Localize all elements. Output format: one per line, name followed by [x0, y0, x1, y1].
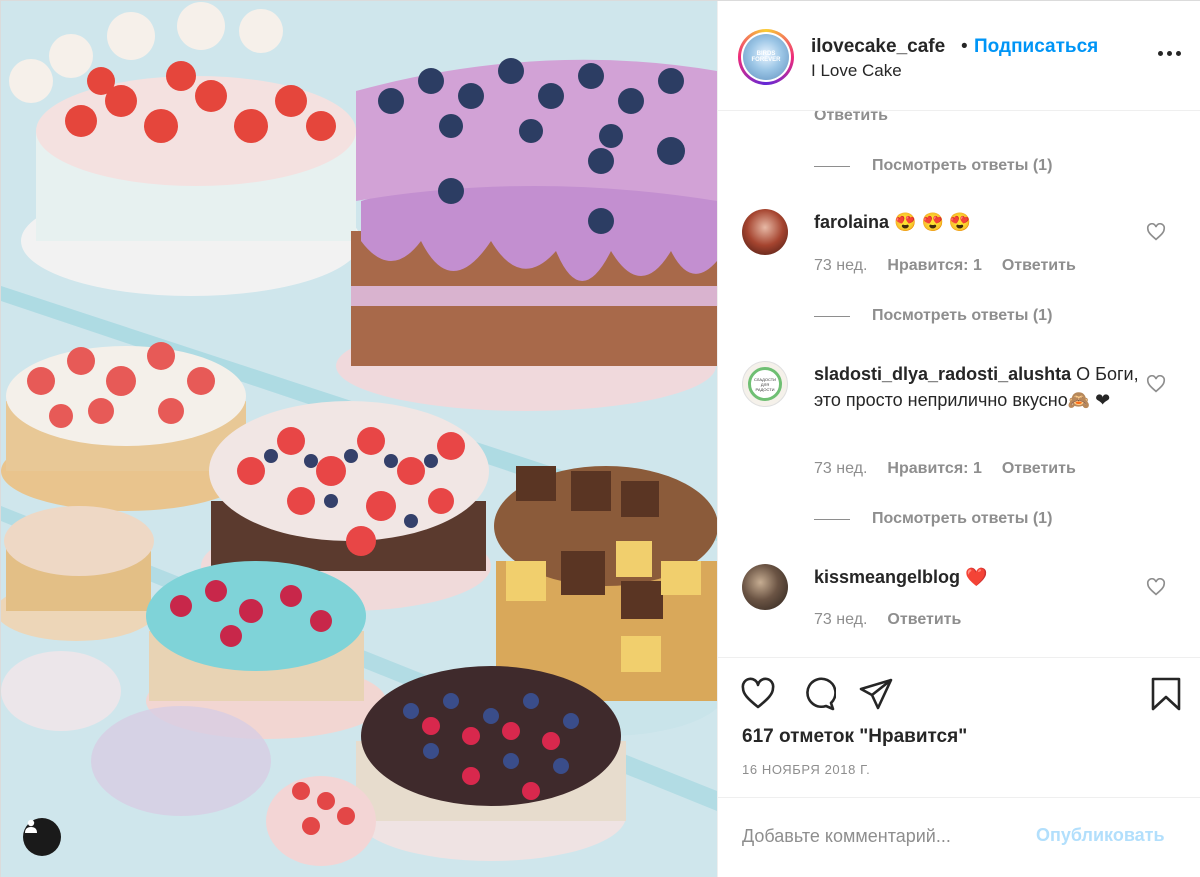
commenter-username[interactable]: kissmeangelblog [814, 567, 960, 587]
commenter-username[interactable]: farolaina [814, 212, 889, 232]
reply-link[interactable]: Ответить [887, 611, 961, 629]
comment: sladosti_dlya_radosti_alushta О Боги, эт… [814, 361, 1146, 413]
follow-button[interactable]: Подписаться [974, 36, 1098, 58]
view-replies[interactable]: Посмотреть ответы (1) [814, 510, 1052, 528]
comment-likes[interactable]: Нравится: 1 [887, 460, 981, 478]
user-tag-button[interactable] [23, 818, 61, 856]
comment-text: 😍 😍 😍 [894, 212, 972, 232]
author-avatar-image: BIRDS FOREVER [743, 34, 789, 80]
comment-time: 73 нед. [814, 460, 868, 477]
post-date: 16 НОЯБРЯ 2018 Г. [742, 762, 871, 777]
comment-time: 73 нед. [814, 257, 868, 274]
comment-bubble-icon[interactable] [800, 676, 836, 712]
post-header: BIRDS FOREVER ilovecake_cafe • Подписать… [718, 1, 1200, 111]
separator-dot: • [961, 36, 968, 57]
view-replies-label[interactable]: Посмотреть ответы (1) [872, 510, 1052, 528]
user-tag-icon [25, 819, 37, 833]
commenter-avatar[interactable] [742, 209, 788, 255]
like-comment-icon[interactable] [1146, 375, 1166, 393]
reply-link[interactable]: Ответить [814, 111, 888, 125]
commenter-avatar-logo: СЛАДОСТИ ДЛЯ РАДОСТИ [748, 367, 782, 401]
comment-meta: 73 нед. Нравится: 1 Ответить [814, 460, 1076, 478]
bookmark-icon[interactable] [1148, 676, 1184, 712]
commenter-avatar[interactable]: СЛАДОСТИ ДЛЯ РАДОСТИ [742, 361, 788, 407]
comment-likes[interactable]: Нравится: 1 [887, 257, 981, 275]
view-replies[interactable]: Посмотреть ответы (1) [814, 307, 1052, 325]
view-replies-label[interactable]: Посмотреть ответы (1) [872, 307, 1052, 325]
view-replies[interactable]: Посмотреть ответы (1) [814, 157, 1052, 175]
comment-input[interactable] [742, 822, 1022, 850]
add-comment-bar: Опубликовать [718, 797, 1200, 877]
like-comment-icon[interactable] [1146, 223, 1166, 241]
comment-meta: 73 нед. Нравится: 1 Ответить [814, 257, 1076, 275]
share-paper-plane-icon[interactable] [858, 676, 894, 712]
likes-count[interactable]: 617 отметок "Нравится" [742, 726, 967, 748]
reply-link[interactable]: Ответить [1002, 460, 1076, 478]
reply-link[interactable]: Ответить [1002, 257, 1076, 275]
comment: kissmeangelblog ❤️ [814, 564, 1146, 590]
divider-line [814, 165, 850, 167]
comments-list[interactable]: Ответить Посмотреть ответы (1) farolaina… [718, 111, 1200, 657]
cake-display-illustration [1, 1, 717, 877]
post-photo[interactable] [1, 1, 717, 877]
comment: farolaina 😍 😍 😍 [814, 209, 1146, 235]
commenter-username[interactable]: sladosti_dlya_radosti_alushta [814, 364, 1071, 384]
like-heart-icon[interactable] [740, 676, 776, 712]
divider-line [814, 315, 850, 317]
comment-time: 73 нед. [814, 611, 868, 628]
more-options-icon[interactable] [1154, 45, 1184, 61]
post-modal: BIRDS FOREVER ilovecake_cafe • Подписать… [0, 0, 1200, 877]
comment-meta: 73 нед. Ответить [814, 611, 961, 629]
commenter-avatar[interactable] [742, 564, 788, 610]
author-username[interactable]: ilovecake_cafe [811, 36, 945, 58]
comment-text: ❤️ [965, 567, 988, 587]
divider-line [814, 518, 850, 520]
view-replies-label[interactable]: Посмотреть ответы (1) [872, 157, 1052, 175]
author-avatar[interactable]: BIRDS FOREVER [738, 29, 794, 85]
author-display-name: I Love Cake [811, 61, 902, 80]
post-details-panel: BIRDS FOREVER ilovecake_cafe • Подписать… [717, 1, 1200, 877]
publish-button[interactable]: Опубликовать [1036, 825, 1165, 846]
post-actions: 617 отметок "Нравится" 16 НОЯБРЯ 2018 Г. [718, 657, 1200, 797]
like-comment-icon[interactable] [1146, 578, 1166, 596]
